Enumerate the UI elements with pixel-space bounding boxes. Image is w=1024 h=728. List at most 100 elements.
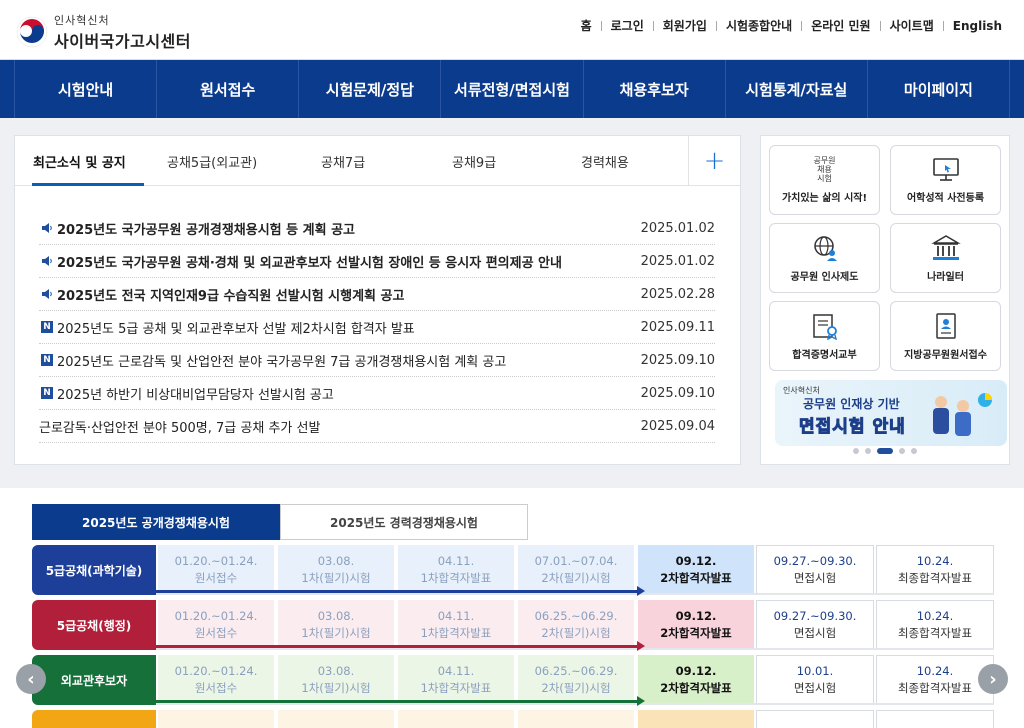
banner-dot[interactable] (865, 448, 871, 454)
globe-person-icon (813, 235, 837, 261)
schedule-step: 04.11. 1차합격자발표 (396, 655, 514, 705)
signup-link[interactable]: 회원가입 (663, 17, 707, 34)
schedule-step-label: 최종합격자발표 (897, 681, 973, 695)
notice-item[interactable]: 2025년도 국가공무원 공채·경채 및 외교관후보자 선발시험 장애인 등 응… (39, 245, 715, 278)
schedule-step-label: 2차(필기)시험 (541, 571, 611, 585)
banner-dot[interactable] (911, 448, 917, 454)
schedule-exam-label[interactable]: 5급공채(과학기술) (32, 545, 156, 595)
banner-line2: 면접시험 안내 (799, 417, 906, 438)
quick-link-language-score[interactable]: 어학성적 사전등록 (890, 145, 1001, 215)
schedule-progress-arrow (156, 586, 645, 596)
schedule-step-label: 2차합격자발표 (660, 626, 732, 640)
notice-item[interactable]: N 2025년도 근로감독 및 산업안전 분야 국가공무원 7급 공개경쟁채용시험… (39, 344, 715, 377)
banner-pagination (761, 448, 1009, 454)
quick-link-value-life[interactable]: 공무원 채용 시험 가치있는 삶의 시작! (769, 145, 880, 215)
schedule-step-label: 2차합격자발표 (660, 571, 732, 585)
tab-career[interactable]: 경력채용 (581, 152, 629, 171)
schedule-step: 11.24.~11.27. (756, 710, 874, 728)
notice-title[interactable]: 2025년도 전국 지역인재9급 수습직원 선발시험 시행계획 공고 (57, 285, 635, 304)
government-building-icon (930, 234, 961, 260)
notice-title[interactable]: 근로감독·산업안전 분야 500명, 7급 공채 추가 선발 (39, 417, 635, 436)
schedule-step-date: 06.25.~06.29. (534, 609, 618, 623)
schedule-step: 07.19. (276, 710, 394, 728)
tab-grade7[interactable]: 공채7급 (321, 152, 365, 171)
notice-item[interactable]: N 2025년 하반기 비상대비업무담당자 선발시험 공고 2025.09.10 (39, 377, 715, 410)
schedule-step-date: 09.12. (675, 554, 717, 568)
nav-candidates[interactable]: 채용후보자 (582, 60, 725, 118)
schedule-step: 04.11. 1차합격자발표 (396, 545, 514, 595)
notice-title[interactable]: 2025년도 국가공무원 공개경쟁채용시험 등 계획 공고 (57, 219, 635, 238)
schedule-step-label: 1차(필기)시험 (301, 626, 371, 640)
login-link[interactable]: 로그인 (611, 17, 644, 34)
schedule-row: 05.12.~05.16.07.19.08.20.09.20.10.30.11.… (32, 710, 994, 728)
schedule-step-date: 06.25.~06.29. (534, 664, 618, 678)
nav-exam-info[interactable]: 시험안내 (14, 60, 156, 118)
tab-grade5[interactable]: 공채5급(외교관) (167, 152, 257, 171)
people-illustration-icon (933, 393, 992, 436)
schedule-exam-label[interactable] (32, 710, 156, 728)
schedule-step-date: 01.20.~01.24. (174, 554, 258, 568)
schedule-exam-label[interactable]: 5급공채(행정) (32, 600, 156, 650)
nav-document-interview[interactable]: 서류전형/면접시험 (440, 60, 582, 118)
schedule-step-label: 1차(필기)시험 (301, 681, 371, 695)
schedule-step: 07.01.~07.04. 2차(필기)시험 (516, 545, 634, 595)
schedule-step: 03.08. 1차(필기)시험 (276, 655, 394, 705)
schedule-track (156, 703, 994, 705)
nav-questions-answers[interactable]: 시험문제/정답 (298, 60, 440, 118)
schedule-step-date: 09.27.~09.30. (773, 609, 857, 623)
banner-dot[interactable] (899, 448, 905, 454)
site-logo[interactable]: 인사혁신처 사이버국가고시센터 (16, 12, 191, 52)
schedule-row: 외교관후보자 01.20.~01.24. 원서접수 03.08. 1차(필기)시험 04.… (32, 655, 994, 706)
more-notices-button[interactable]: + (688, 136, 740, 186)
sitemap-link[interactable]: 사이트맵 (890, 17, 934, 34)
nav-statistics[interactable]: 시험통계/자료실 (724, 60, 867, 118)
quick-link-certificate[interactable]: 합격증명서교부 (769, 301, 880, 371)
notice-list: 2025년도 국가공무원 공개경쟁채용시험 등 계획 공고 2025.01.02 2… (39, 212, 715, 443)
schedule-step: 06.25.~06.29. 2차(필기)시험 (516, 655, 634, 705)
schedule-step: 06.25.~06.29. 2차(필기)시험 (516, 600, 634, 650)
notice-item[interactable]: 2025년도 전국 지역인재9급 수습직원 선발시험 시행계획 공고 2025.0… (39, 278, 715, 311)
schedule-step-label: 1차합격자발표 (420, 571, 492, 585)
schedule-prev-button[interactable]: ‹ (16, 664, 46, 694)
schedule-step: 09.12. 2차합격자발표 (636, 545, 754, 595)
schedule-next-button[interactable]: › (978, 664, 1008, 694)
schedule-row: 5급공채(과학기술) 01.20.~01.24. 원서접수 03.08. 1차(필기)시… (32, 545, 994, 596)
nav-application[interactable]: 원서접수 (156, 60, 298, 118)
notice-date: 2025.09.10 (640, 385, 715, 401)
schedule-step-label: 1차합격자발표 (420, 681, 492, 695)
schedule-step: 03.08. 1차(필기)시험 (276, 600, 394, 650)
notice-panel: 최근소식 및 공지 공채5급(외교관) 공채7급 공채9급 경력채용 + 202… (14, 135, 741, 465)
schedule-step: 10.01. 면접시험 (756, 655, 874, 705)
schedule-step: 01.20.~01.24. 원서접수 (156, 545, 274, 595)
banner-dot-active[interactable] (877, 448, 893, 454)
schedule-step-date: 10.24. (916, 554, 954, 568)
notice-title[interactable]: 2025년 하반기 비상대비업무담당자 선발시험 공고 (57, 384, 635, 403)
tab-grade9[interactable]: 공채9급 (452, 152, 496, 171)
notice-title[interactable]: 2025년도 국가공무원 공채·경채 및 외교관후보자 선발시험 장애인 등 응… (57, 252, 635, 271)
schedule-step: 10.24. 최종합격자발표 (876, 600, 994, 650)
quick-link-narailter[interactable]: 나라일터 (890, 223, 1001, 293)
notice-item[interactable]: 근로감독·산업안전 분야 500명, 7급 공채 추가 선발 2025.09.04 (39, 410, 715, 443)
interview-guide-banner[interactable]: 인사혁신처 공무원 인재상 기반 면접시험 안내 (775, 380, 1007, 446)
notice-title[interactable]: 2025년도 근로감독 및 산업안전 분야 국가공무원 7급 공개경쟁채용시험 … (57, 351, 635, 370)
tab-open-competition[interactable]: 2025년도 공개경쟁채용시험 (32, 504, 280, 540)
notice-item[interactable]: 2025년도 국가공무원 공개경쟁채용시험 등 계획 공고 2025.01.02 (39, 212, 715, 245)
english-link[interactable]: English (953, 19, 1002, 33)
nav-mypage[interactable]: 마이페이지 (866, 60, 1010, 118)
schedule-exam-label[interactable]: 외교관후보자 (32, 655, 156, 705)
banner-dot[interactable] (853, 448, 859, 454)
recruit-logo-icon: 공무원 채용 시험 (813, 156, 836, 183)
tab-career-competition[interactable]: 2025년도 경력경쟁채용시험 (280, 504, 528, 540)
schedule-progress-arrow (156, 696, 645, 706)
schedule-step-label: 면접시험 (793, 626, 837, 640)
home-link[interactable]: 홈 (581, 17, 592, 34)
quick-link-hr-system[interactable]: 공무원 인사제도 (769, 223, 880, 293)
notice-title[interactable]: 2025년도 5급 공채 및 외교관후보자 선발 제2차시험 합격자 발표 (57, 318, 635, 337)
exam-guide-link[interactable]: 시험종합안내 (726, 17, 792, 34)
notice-date: 2025.09.11 (640, 319, 715, 335)
quick-link-local-application[interactable]: 지방공무원원서접수 (890, 301, 1001, 371)
monitor-icon (932, 157, 959, 181)
online-service-link[interactable]: 온라인 민원 (811, 17, 870, 34)
tab-recent-news[interactable]: 최근소식 및 공지 (33, 152, 126, 171)
notice-item[interactable]: N 2025년도 5급 공채 및 외교관후보자 선발 제2차시험 합격자 발표 20… (39, 311, 715, 344)
